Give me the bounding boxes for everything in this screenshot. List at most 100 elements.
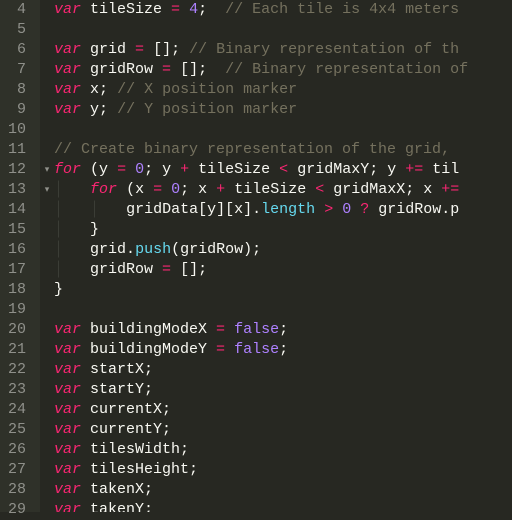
token-com: // Binary representation of [225,61,468,78]
token-id: x [234,201,243,218]
code-line[interactable]: var tilesHeight; [54,460,512,480]
code-line[interactable]: var currentY; [54,420,512,440]
token-id [351,201,360,218]
code-line[interactable]: │ grid.push(gridRow); [54,240,512,260]
line-number: 15 [4,220,26,240]
token-pun: ; [180,441,189,458]
line-number: 7 [4,60,26,80]
code-line[interactable]: var grid = []; // Binary representation … [54,40,512,60]
token-kw: var [54,461,81,478]
token-pun: . [441,201,450,218]
code-line[interactable]: │ } [54,220,512,240]
line-number: 21 [4,340,26,360]
fold-toggle-icon[interactable]: ▾ [42,185,52,195]
code-line[interactable]: var buildingModeX = false; [54,320,512,340]
code-line[interactable]: var tileSize = 4; // Each tile is 4x4 me… [54,0,512,20]
token-id: startX [81,361,144,378]
token-id: startY [81,381,144,398]
token-kw: var [54,441,81,458]
line-number: 20 [4,320,26,340]
token-bool: false [234,341,279,358]
token-kw: var [54,381,81,398]
code-line[interactable]: │ for (x = 0; x + tileSize < gridMaxX; x… [54,180,512,200]
token-pun: ; [189,461,198,478]
token-id: gridRow [90,261,162,278]
token-pun: } [90,221,99,238]
code-line[interactable]: for (y = 0; y + tileSize < gridMaxY; y +… [54,160,512,180]
token-id [225,321,234,338]
line-number-gutter: 4567891011121314151617181920212223242526… [0,0,40,512]
token-op: < [315,181,324,198]
token-pun: ( [171,241,180,258]
fold-column[interactable]: ▾▾ [40,0,54,512]
code-editor[interactable]: 4567891011121314151617181920212223242526… [0,0,512,512]
code-line[interactable]: var startX; [54,360,512,380]
code-line[interactable]: } [54,280,512,300]
fold-toggle-icon[interactable]: ▾ [42,165,52,175]
line-number: 27 [4,460,26,480]
line-number: 8 [4,80,26,100]
token-id: y [207,201,216,218]
token-op: = [117,161,126,178]
token-kw: var [54,61,81,78]
code-line[interactable]: var y; // Y position marker [54,100,512,120]
token-pun: ; [162,401,171,418]
token-kw: var [54,361,81,378]
token-id [81,161,90,178]
code-line[interactable]: var takenY; [54,500,512,512]
code-area[interactable]: var tileSize = 4; // Each tile is 4x4 me… [54,0,512,512]
token-id [180,1,189,18]
token-id: y [81,101,99,118]
line-number: 23 [4,380,26,400]
token-id: takenY [81,501,144,512]
token-id [108,81,117,98]
token-pun: ; [99,81,108,98]
code-line[interactable]: var tilesWidth; [54,440,512,460]
token-id: x [81,81,99,98]
token-pun: ( [90,161,99,178]
token-op: = [153,181,162,198]
token-id: currentX [81,401,162,418]
token-pun: []; [153,41,180,58]
token-pun: ; [144,361,153,378]
token-op: = [171,1,180,18]
code-line[interactable]: │ │ gridData[y][x].length > 0 ? gridRow.… [54,200,512,220]
token-id: buildingModeX [81,321,216,338]
line-number: 13 [4,180,26,200]
token-pun: ; [180,181,189,198]
token-id: currentY [81,421,162,438]
token-id [315,201,324,218]
token-id [207,61,225,78]
token-kw: var [54,81,81,98]
line-number: 11 [4,140,26,160]
token-pun: ( [126,181,135,198]
line-number: 9 [4,100,26,120]
code-line[interactable] [54,120,512,140]
line-number: 25 [4,420,26,440]
token-num: 4 [189,1,198,18]
token-pun: . [126,241,135,258]
code-line[interactable]: var gridRow = []; // Binary representati… [54,60,512,80]
line-number: 24 [4,400,26,420]
line-number: 17 [4,260,26,280]
line-number: 16 [4,240,26,260]
code-line[interactable]: var x; // X position marker [54,80,512,100]
token-id: x [189,181,216,198]
code-line[interactable]: var buildingModeY = false; [54,340,512,360]
code-line[interactable]: // Create binary representation of the g… [54,140,512,160]
code-line[interactable]: │ gridRow = []; [54,260,512,280]
token-pun: } [54,281,63,298]
line-number: 28 [4,480,26,500]
token-id: gridRow [180,241,243,258]
token-op: = [216,321,225,338]
code-line[interactable] [54,20,512,40]
code-line[interactable]: var startY; [54,380,512,400]
code-line[interactable]: var takenX; [54,480,512,500]
token-com: // Create binary representation of the g… [54,141,459,158]
code-line[interactable] [54,300,512,320]
token-id: x [135,181,153,198]
token-pun: [ [198,201,207,218]
line-number: 18 [4,280,26,300]
code-line[interactable]: var currentX; [54,400,512,420]
token-pun: ; [405,181,414,198]
